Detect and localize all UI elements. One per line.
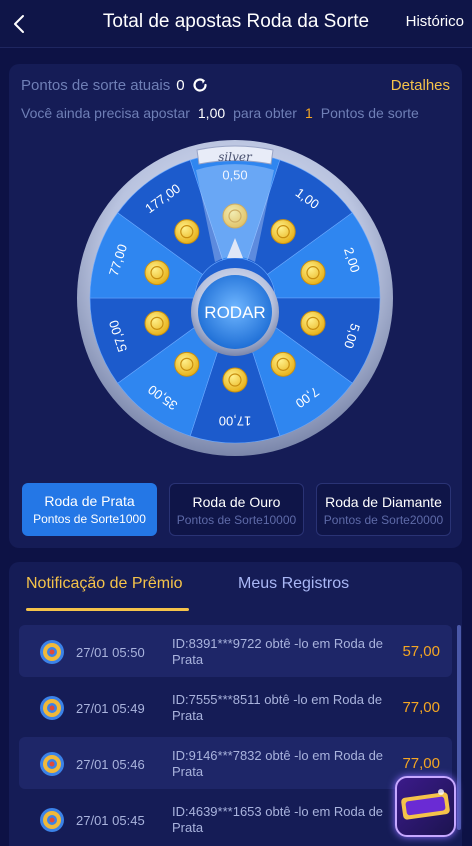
coin-icon [144, 260, 170, 286]
list-item: 27/01 05:50 ID:8391***9722 obtê -lo em R… [19, 625, 452, 677]
wheel-prize-label: 17,00 [219, 414, 252, 429]
refresh-icon[interactable] [191, 76, 209, 94]
tab-silver-sub: Pontos de Sorte1000 [33, 512, 146, 526]
coin-icon [174, 219, 200, 245]
coin-icon [144, 310, 170, 336]
silver-banner-text: silver [218, 150, 253, 164]
history-link[interactable]: Histórico [406, 13, 464, 30]
row-time: 27/01 05:46 [76, 757, 145, 772]
app-logo[interactable] [395, 776, 456, 837]
lucky-points-row: Pontos de sorte atuais 0 [21, 76, 209, 94]
lucky-points-value: 0 [176, 76, 185, 94]
list-item: 27/01 05:49 ID:7555***8511 obtê -lo em R… [19, 681, 452, 733]
details-link[interactable]: Detalhes [391, 77, 450, 94]
avatar-icon [40, 808, 64, 832]
row-message: ID:9146***7832 obtê -lo em Roda de Prata [172, 748, 384, 779]
tab-gold-sub: Pontos de Sorte10000 [176, 513, 297, 527]
coin-icon [174, 351, 200, 377]
header-bar: Total de apostas Roda da Sorte Histórico [0, 0, 472, 48]
tab-diamond-sub: Pontos de Sorte20000 [323, 513, 444, 527]
active-tab-underline [26, 608, 189, 611]
row-time: 27/01 05:49 [76, 701, 145, 716]
requirement-amount: 1,00 [197, 105, 226, 121]
row-amount: 57,00 [402, 643, 440, 660]
spin-label[interactable]: RODAR [204, 303, 265, 322]
avatar-icon [40, 640, 64, 664]
coin-icon [300, 310, 326, 336]
tab-my-records[interactable]: Meus Registros [238, 575, 349, 593]
page-title: Total de apostas Roda da Sorte [102, 11, 370, 32]
list-item: 27/01 05:45 ID:4639***1653 obtê -lo em R… [19, 793, 452, 845]
row-message: ID:8391***9722 obtê -lo em Roda de Prata [172, 636, 384, 667]
requirement-suffix: Pontos de sorte [320, 105, 419, 121]
list-item: 27/01 05:46 ID:9146***7832 obtê -lo em R… [19, 737, 452, 789]
avatar-icon [40, 752, 64, 776]
list-scrollbar[interactable] [457, 625, 461, 830]
row-amount: 77,00 [402, 755, 440, 772]
row-time: 27/01 05:45 [76, 813, 145, 828]
requirement-middle: para obter [233, 105, 297, 121]
tab-gold-wheel[interactable]: Roda de Ouro Pontos de Sorte10000 [169, 483, 304, 536]
tab-diamond-title: Roda de Diamante [325, 494, 442, 510]
tab-gold-title: Roda de Ouro [192, 494, 281, 510]
row-amount: 77,00 [402, 699, 440, 716]
prize-wheel: 0,501,002,005,007,0017,0035,0057,0077,00… [77, 140, 393, 456]
coin-icon [300, 260, 326, 286]
tab-silver-wheel[interactable]: Roda de Prata Pontos de Sorte1000 [22, 483, 157, 536]
row-time: 27/01 05:50 [76, 645, 145, 660]
app-logo-graphic [401, 789, 450, 820]
avatar-icon [40, 696, 64, 720]
coin-icon [222, 367, 248, 393]
row-message: ID:4639***1653 obtê -lo em Roda de Prata [172, 804, 384, 835]
coin-icon [270, 351, 296, 377]
requirement-prefix: Você ainda precisa apostar [21, 105, 190, 121]
requirement-points: 1 [304, 105, 313, 121]
tab-silver-title: Roda de Prata [44, 493, 135, 509]
tab-diamond-wheel[interactable]: Roda de Diamante Pontos de Sorte20000 [316, 483, 451, 536]
lucky-points-label: Pontos de sorte atuais [21, 76, 171, 94]
bet-requirement: Você ainda precisa apostar 1,00 para obter… [21, 105, 419, 121]
row-message: ID:7555***8511 obtê -lo em Roda de Prata [172, 692, 383, 723]
list-tabs: Notificação de Prêmio Meus Registros [9, 562, 462, 622]
tab-prize-notification[interactable]: Notificação de Prêmio [26, 575, 183, 593]
coin-icon [270, 219, 296, 245]
